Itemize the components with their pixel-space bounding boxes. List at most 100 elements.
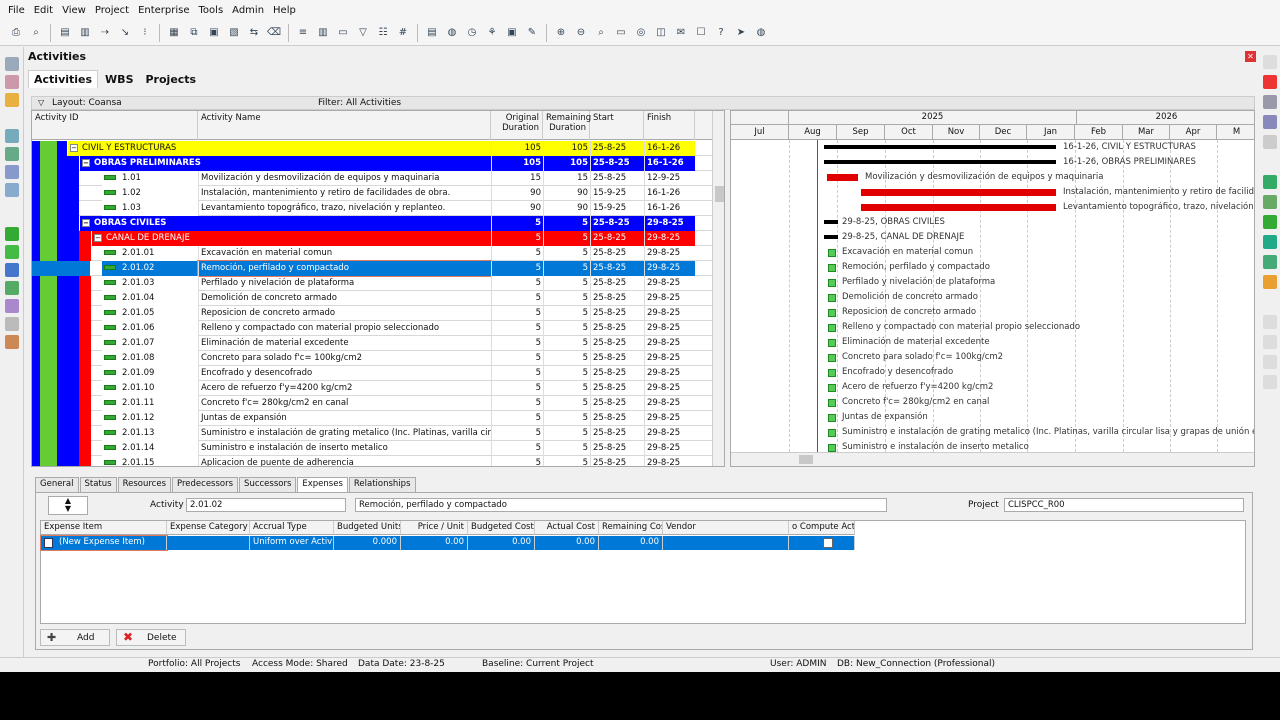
expense-cell-9[interactable]	[789, 536, 855, 550]
original-duration[interactable]: 5	[491, 411, 543, 426]
start-date[interactable]: 15-9-25	[590, 201, 644, 216]
activity-name[interactable]: Remoción, perfilado y compactado	[197, 260, 492, 277]
chevron-down-icon[interactable]: ▽	[38, 98, 44, 107]
issues-icon[interactable]	[5, 183, 19, 197]
finish-date[interactable]: 16-1-26	[644, 156, 695, 171]
table-row[interactable]: 1.01 Movilización y desmovilización de eq…	[32, 171, 724, 186]
activity-id[interactable]: 2.01.09	[102, 366, 198, 381]
original-duration[interactable]: 90	[491, 201, 543, 216]
start-date[interactable]: 25-8-25	[590, 156, 644, 171]
activity-name[interactable]: Instalación, mantenimiento y retiro de f…	[198, 186, 491, 201]
expense-cell-4[interactable]: 0.00	[401, 536, 468, 550]
remaining-duration[interactable]: 5	[543, 351, 590, 366]
filter-icon[interactable]: ▽	[355, 25, 371, 41]
col-original-duration[interactable]: Original Duration	[491, 111, 543, 140]
tracking-view-icon[interactable]	[5, 317, 19, 331]
vertical-scrollbar[interactable]	[712, 111, 724, 466]
globe-dropdown-icon[interactable]: ◍	[753, 25, 769, 41]
activity-name[interactable]: Encofrado y desencofrado	[198, 366, 491, 381]
table-row[interactable]: 2.01.13 Suministro e instalación de grati…	[32, 426, 724, 441]
columns-icon[interactable]: ▤	[57, 25, 73, 41]
original-duration[interactable]: 15	[491, 171, 543, 186]
start-date[interactable]: 25-8-25	[590, 246, 644, 261]
layout-label[interactable]: Layout: Coansa	[52, 98, 122, 108]
col-remaining-duration[interactable]: Remaining Duration	[543, 111, 591, 140]
activity-name-field[interactable]: Remoción, perfilado y compactado	[355, 498, 887, 512]
notes-icon[interactable]: ✉	[673, 25, 689, 41]
expense-col-4[interactable]: Price / Unit	[401, 521, 468, 535]
summary-bar[interactable]	[824, 145, 1056, 149]
group-icon[interactable]: ≡	[295, 25, 311, 41]
comment-icon[interactable]: ☐	[693, 25, 709, 41]
start-date[interactable]: 25-8-25	[590, 261, 644, 276]
tab-status[interactable]: Status	[79, 477, 117, 493]
table-row[interactable]: 2.01.12 Juntas de expansión 5 5 25-8-25 29-8-…	[32, 411, 724, 426]
start-date[interactable]: 25-8-25	[590, 276, 644, 291]
start-date[interactable]: 25-8-25	[590, 351, 644, 366]
original-duration[interactable]: 5	[491, 351, 543, 366]
print-icon[interactable]: ⎙	[8, 25, 24, 41]
expense-cell-0[interactable]: (New Expense Item)	[40, 535, 168, 551]
activity-bar[interactable]	[828, 429, 836, 437]
up-icon[interactable]	[1263, 315, 1277, 329]
report-icon[interactable]: ▤	[424, 25, 440, 41]
tab-projects[interactable]: Projects	[141, 71, 202, 88]
dissolve-icon[interactable]	[1263, 275, 1277, 289]
activity-name[interactable]: Suministro e instalación de inserto meta…	[198, 441, 491, 456]
window-icon[interactable]: ▭	[335, 25, 351, 41]
original-duration[interactable]: 5	[491, 276, 543, 291]
col-activity-name[interactable]: Activity Name	[198, 111, 491, 140]
table-row[interactable]: − OBRAS PRELIMINARES 105 105 25-8-25 16-1-26	[32, 156, 724, 171]
updown-arrows-icon[interactable]: ▲ ▼	[48, 496, 88, 515]
filter-label[interactable]: Filter: All Activities	[318, 98, 401, 108]
activity-id[interactable]: 1.03	[102, 201, 198, 216]
reports-icon[interactable]	[5, 165, 19, 179]
finish-date[interactable]: 16-1-26	[644, 186, 695, 201]
expense-cell-8[interactable]	[663, 536, 789, 550]
activity-bar[interactable]	[828, 444, 836, 452]
activity-bar[interactable]	[828, 264, 836, 272]
eps-icon[interactable]	[5, 75, 19, 89]
activity-name[interactable]: Eliminación de material excedente	[198, 336, 491, 351]
activity-id[interactable]: 2.01.11	[102, 396, 198, 411]
expense-col-0[interactable]: Expense Item	[41, 521, 167, 535]
finish-date[interactable]: 29-8-25	[644, 396, 695, 411]
original-duration[interactable]: 5	[491, 441, 543, 456]
remaining-duration[interactable]: 5	[543, 276, 590, 291]
finish-date[interactable]: 29-8-25	[644, 366, 695, 381]
project-field[interactable]: CLISPCC_R00	[1004, 498, 1244, 512]
original-duration[interactable]: 105	[491, 141, 543, 156]
store-icon[interactable]: ▣	[504, 25, 520, 41]
original-duration[interactable]: 5	[491, 456, 543, 466]
remaining-duration[interactable]: 5	[543, 306, 590, 321]
collapse-icon[interactable]: −	[82, 218, 90, 227]
finish-date[interactable]: 29-8-25	[644, 246, 695, 261]
hash-icon[interactable]: #	[395, 25, 411, 41]
activity-name[interactable]: Relleno y compactado con material propio…	[198, 321, 491, 336]
menu-edit[interactable]: Edit	[34, 5, 53, 16]
activity-bar[interactable]	[828, 294, 836, 302]
start-date[interactable]: 25-8-25	[590, 141, 644, 156]
globe-icon[interactable]: ◍	[444, 25, 460, 41]
start-date[interactable]: 25-8-25	[590, 456, 644, 466]
table-row[interactable]: 2.01.09 Encofrado y desencofrado 5 5 25-8-25…	[32, 366, 724, 381]
remaining-duration[interactable]: 5	[543, 426, 590, 441]
table-row[interactable]: 2.01.15 Aplicacion de puente de adherenci…	[32, 456, 724, 466]
finish-date[interactable]: 29-8-25	[644, 216, 695, 231]
finish-date[interactable]: 16-1-26	[644, 141, 695, 156]
finish-date[interactable]: 12-9-25	[644, 171, 695, 186]
start-date[interactable]: 25-8-25	[590, 231, 644, 246]
table-row[interactable]: − OBRAS CIVILES 5 5 25-8-25 29-8-25	[32, 216, 724, 231]
original-duration[interactable]: 5	[491, 381, 543, 396]
bars-icon[interactable]: ▥	[77, 25, 93, 41]
menu-admin[interactable]: Admin	[232, 5, 264, 16]
activity-bar[interactable]	[828, 279, 836, 287]
activity-id[interactable]: 2.01.14	[102, 441, 198, 456]
activity-bar[interactable]	[828, 399, 836, 407]
split-icon[interactable]: ▭	[613, 25, 629, 41]
paste-side-icon[interactable]	[1263, 135, 1277, 149]
original-duration[interactable]: 5	[491, 336, 543, 351]
menu-project[interactable]: Project	[95, 5, 129, 16]
remaining-duration[interactable]: 5	[543, 411, 590, 426]
remaining-duration[interactable]: 5	[543, 216, 590, 231]
